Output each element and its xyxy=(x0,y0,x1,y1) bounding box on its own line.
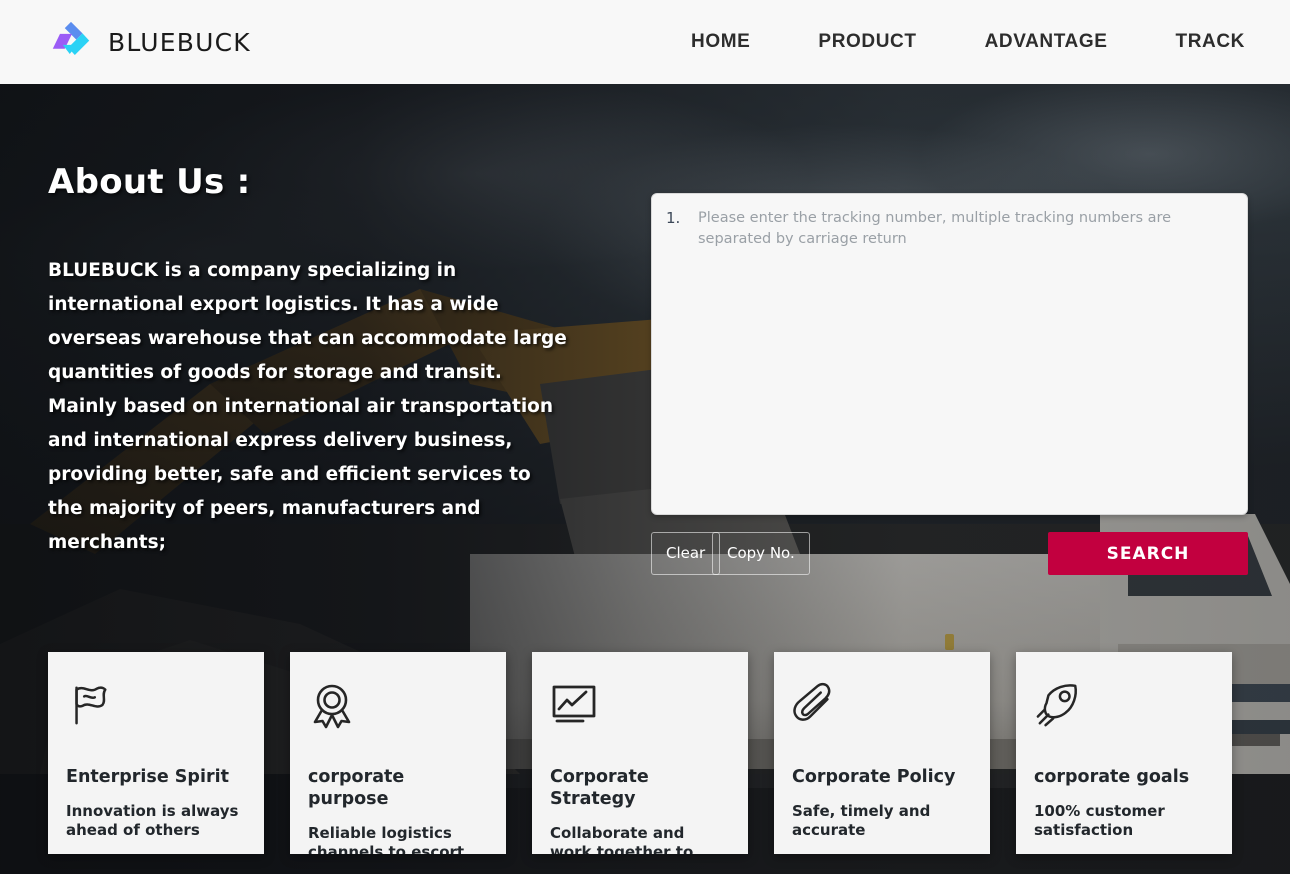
nav-item-track[interactable]: TRACK xyxy=(1176,31,1246,53)
hero-section: About Us : BLUEBUCK is a company special… xyxy=(0,84,1290,874)
nav-item-advantage[interactable]: ADVANTAGE xyxy=(985,31,1108,53)
feature-card[interactable]: Enterprise Spirit Innovation is always a… xyxy=(48,652,264,854)
card-title: Corporate Policy xyxy=(792,767,956,787)
card-title: corporate purpose xyxy=(308,767,405,809)
copy-no-button[interactable]: Copy No. xyxy=(712,532,810,575)
tracking-placeholder-text: Please enter the tracking number, multip… xyxy=(698,210,1172,247)
bluebuck-triangle-logo-icon xyxy=(48,19,94,65)
card-title: corporate goals xyxy=(1034,767,1190,787)
paperclip-icon xyxy=(792,674,972,736)
award-medal-icon xyxy=(308,674,488,736)
card-description: Reliable logistics channels to escort pe… xyxy=(308,824,465,854)
card-description: Collaborate and work together to reach n… xyxy=(550,824,694,854)
card-description: Safe, timely and accurate xyxy=(792,802,931,839)
feature-card[interactable]: Corporate Policy Safe, timely and accura… xyxy=(774,652,990,854)
about-us-title: About Us : xyxy=(48,162,251,202)
feature-card[interactable]: Corporate Strategy Collaborate and work … xyxy=(532,652,748,854)
search-button[interactable]: SEARCH xyxy=(1048,532,1248,575)
tracking-number-input[interactable]: 1. Please enter the tracking number, mul… xyxy=(651,193,1248,515)
feature-card[interactable]: corporate purpose Reliable logistics cha… xyxy=(290,652,506,854)
rocket-icon xyxy=(1034,674,1214,736)
card-title: Enterprise Spirit xyxy=(66,767,229,787)
clear-button[interactable]: Clear xyxy=(651,532,721,575)
site-header: BLUEBUCK HOME PRODUCT ADVANTAGE TRACK xyxy=(0,0,1290,84)
brand-logo-link[interactable]: BLUEBUCK xyxy=(48,19,251,65)
card-title: Corporate Strategy xyxy=(550,767,649,809)
card-description: Innovation is always ahead of others xyxy=(66,802,239,839)
about-us-paragraph: BLUEBUCK is a company specializing in in… xyxy=(48,260,567,553)
tracking-line-number: 1. xyxy=(666,209,681,227)
brand-name: BLUEBUCK xyxy=(108,27,251,57)
main-navigation: HOME PRODUCT ADVANTAGE TRACK xyxy=(691,31,1245,53)
card-description: 100% customer satisfaction xyxy=(1034,802,1165,839)
feature-cards-row: Enterprise Spirit Innovation is always a… xyxy=(48,652,1248,854)
tracking-panel: 1. Please enter the tracking number, mul… xyxy=(651,193,1248,575)
nav-item-product[interactable]: PRODUCT xyxy=(818,31,916,53)
feature-card[interactable]: corporate goals 100% customer satisfacti… xyxy=(1016,652,1232,854)
nav-item-home[interactable]: HOME xyxy=(691,31,750,53)
flag-icon xyxy=(66,674,246,736)
tracking-actions: Clear Copy No. SEARCH xyxy=(651,532,1248,575)
line-chart-board-icon xyxy=(550,674,730,736)
